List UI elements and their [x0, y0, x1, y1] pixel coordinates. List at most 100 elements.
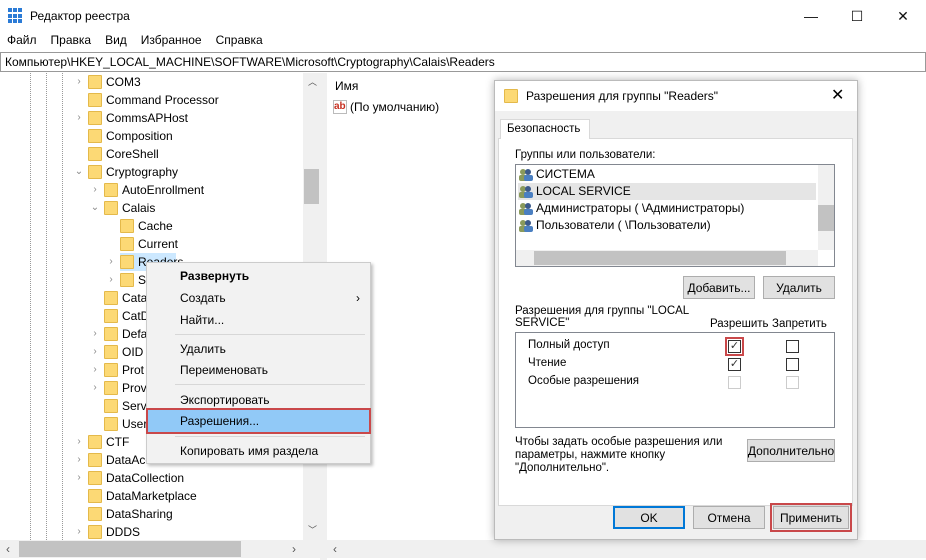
menu-item-permissions[interactable]: Разрешения...	[146, 408, 371, 434]
cancel-button[interactable]: Отмена	[693, 506, 765, 529]
values-horizontal-scrollbar[interactable]: ‹	[327, 540, 926, 558]
tree-node[interactable]: › CommsAPHost	[77, 109, 189, 127]
tree-node[interactable]: Composition	[88, 127, 173, 145]
tree-node[interactable]: ⌄ Calais	[91, 199, 155, 217]
menu-item-copy-key-name[interactable]: Копировать имя раздела	[147, 440, 370, 462]
tree-node-label: Current	[138, 237, 179, 251]
tree-node-label: CommsAPHost	[106, 111, 189, 125]
tree-node[interactable]: Cata	[104, 289, 147, 307]
tree-node[interactable]: › CTF	[77, 433, 129, 451]
minimize-button[interactable]: —	[788, 0, 834, 32]
tree-node[interactable]: Command Processor	[88, 91, 219, 109]
scroll-thumb[interactable]	[19, 541, 241, 557]
chevron-right-icon[interactable]: ›	[106, 253, 116, 271]
maximize-button[interactable]: ☐	[834, 0, 880, 32]
group-item[interactable]: Администраторы ( \Администраторы)	[518, 200, 816, 217]
menu-edit[interactable]: Правка	[44, 32, 99, 51]
tree-node[interactable]: › DataCollection	[77, 469, 184, 487]
folder-icon	[104, 327, 118, 341]
tree-node[interactable]: › COM3	[77, 73, 141, 91]
permission-deny-checkbox[interactable]	[786, 340, 799, 353]
tree-node[interactable]: › OID	[93, 343, 143, 361]
users-icon	[518, 168, 533, 181]
menu-separator	[175, 436, 365, 437]
folder-icon	[88, 453, 102, 467]
chevron-right-icon[interactable]: ›	[90, 361, 100, 379]
menu-item-find[interactable]: Найти...	[147, 309, 370, 331]
chevron-right-icon[interactable]: ›	[74, 523, 84, 540]
scroll-left-icon[interactable]: ‹	[6, 542, 10, 556]
tree-node[interactable]: › Prot	[93, 361, 144, 379]
menu-view[interactable]: Вид	[98, 32, 134, 51]
tree-node[interactable]: › AutoEnrollment	[93, 181, 204, 199]
scroll-down-icon[interactable]: ﹀	[308, 523, 317, 536]
value-default[interactable]: (По умолчанию)	[350, 100, 439, 114]
groups-vertical-scrollbar[interactable]	[818, 165, 834, 250]
chevron-down-icon[interactable]: ⌄	[90, 199, 100, 217]
scroll-thumb[interactable]	[534, 251, 786, 265]
group-item[interactable]: Пользователи ( \Пользователи)	[518, 217, 816, 234]
chevron-right-icon[interactable]: ›	[90, 181, 100, 199]
address-bar[interactable]: Компьютер\HKEY_LOCAL_MACHINE\SOFTWARE\Mi…	[0, 52, 926, 72]
chevron-right-icon[interactable]: ›	[90, 343, 100, 361]
group-name: LOCAL SERVICE	[536, 184, 631, 198]
tree-node[interactable]: › S	[109, 271, 146, 289]
menu-bar: Файл Правка Вид Избранное Справка	[0, 32, 926, 51]
column-header-name[interactable]: Имя	[335, 79, 358, 93]
scroll-up-icon[interactable]: ︿	[308, 75, 317, 88]
dialog-close-button[interactable]: ✕	[831, 85, 844, 105]
apply-button[interactable]: Применить	[770, 503, 852, 532]
permissions-dialog: Разрешения для группы "Readers" ✕ Безопа…	[494, 80, 858, 540]
groups-horizontal-scrollbar[interactable]	[516, 250, 818, 266]
permission-allow-checkbox[interactable]: ✓	[728, 358, 741, 371]
chevron-right-icon[interactable]: ›	[90, 379, 100, 397]
menu-item-export[interactable]: Экспортировать	[147, 389, 370, 411]
tree-node[interactable]: DataSharing	[88, 505, 173, 523]
menu-help[interactable]: Справка	[209, 32, 270, 51]
add-button[interactable]: Добавить...	[683, 276, 755, 299]
menu-file[interactable]: Файл	[0, 32, 44, 51]
scroll-thumb[interactable]	[304, 169, 319, 204]
tree-node[interactable]: › Prov	[93, 379, 147, 397]
menu-item-expand[interactable]: Развернуть	[147, 265, 370, 287]
permission-allow-checkbox[interactable]: ✓	[725, 337, 744, 356]
permission-deny-checkbox[interactable]	[786, 358, 799, 371]
tree-horizontal-scrollbar[interactable]: ‹ ›	[0, 540, 320, 558]
chevron-right-icon[interactable]: ›	[74, 433, 84, 451]
menu-item-create[interactable]: Создать ›	[147, 287, 370, 309]
tree-node[interactable]: User	[104, 415, 147, 433]
chevron-right-icon[interactable]: ›	[74, 451, 84, 469]
folder-icon	[120, 255, 134, 269]
tree-node[interactable]: Cache	[120, 217, 173, 235]
ok-button[interactable]: OK	[613, 506, 685, 529]
chevron-right-icon[interactable]: ›	[106, 271, 116, 289]
tab-security[interactable]: Безопасность	[500, 119, 590, 139]
scroll-thumb[interactable]	[818, 205, 834, 231]
tree-node[interactable]: › DDDS	[77, 523, 140, 540]
tree-node[interactable]: CoreShell	[88, 145, 159, 163]
folder-icon	[104, 201, 118, 215]
remove-button[interactable]: Удалить	[763, 276, 835, 299]
menu-favorites[interactable]: Избранное	[134, 32, 209, 51]
menu-item-delete[interactable]: Удалить	[147, 338, 370, 360]
close-button[interactable]: ✕	[880, 0, 926, 32]
tree-node[interactable]: Current	[120, 235, 178, 253]
menu-item-rename[interactable]: Переименовать	[147, 359, 370, 381]
tree-node[interactable]: › Defa	[93, 325, 147, 343]
chevron-right-icon[interactable]: ›	[74, 73, 84, 91]
chevron-down-icon[interactable]: ⌄	[74, 163, 84, 181]
advanced-button[interactable]: Дополнительно	[747, 439, 835, 462]
allow-column-header: Разрешить	[710, 318, 769, 330]
chevron-right-icon[interactable]: ›	[74, 469, 84, 487]
chevron-right-icon[interactable]: ›	[90, 325, 100, 343]
groups-list[interactable]: СИСТЕМА LOCAL SERVICE Администраторы ( \Ад…	[515, 164, 835, 267]
tree-node[interactable]: CatD	[104, 307, 149, 325]
tree-node[interactable]: DataMarketplace	[88, 487, 197, 505]
tree-node[interactable]: Serv	[104, 397, 147, 415]
scroll-right-icon[interactable]: ›	[292, 542, 296, 556]
group-item[interactable]: СИСТЕМА	[518, 166, 816, 183]
tree-node[interactable]: ⌄ Cryptography	[75, 163, 178, 181]
chevron-right-icon[interactable]: ›	[74, 109, 84, 127]
scroll-left-icon[interactable]: ‹	[333, 542, 337, 556]
group-item[interactable]: LOCAL SERVICE	[518, 183, 816, 200]
